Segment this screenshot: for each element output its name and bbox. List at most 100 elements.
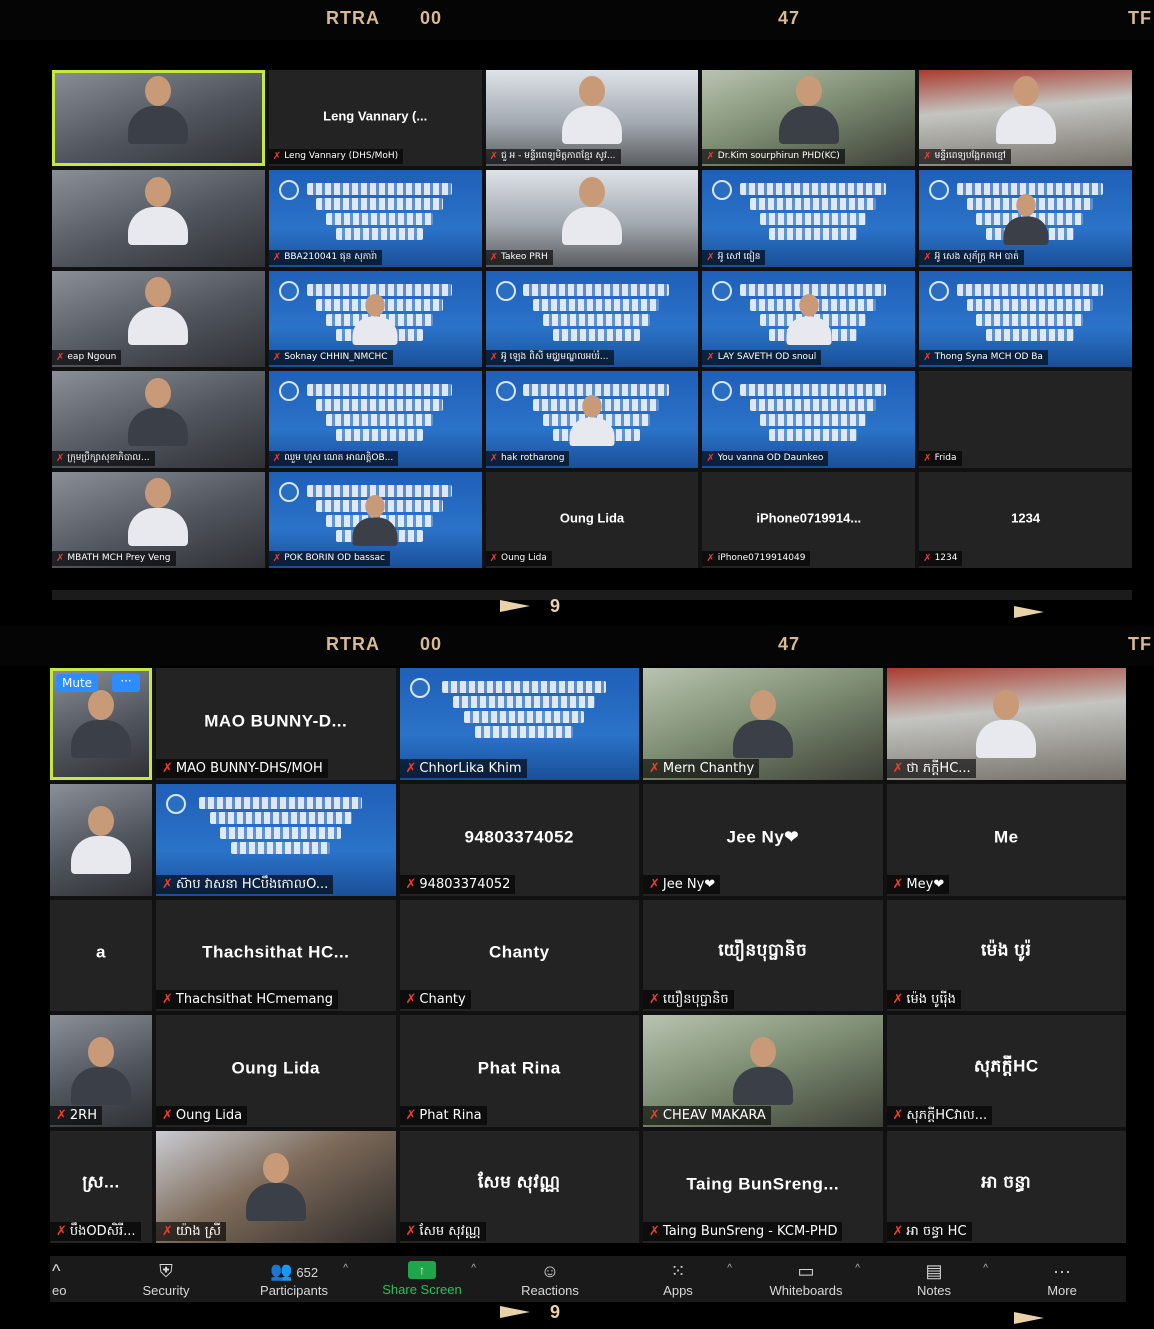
- participant-video: [569, 394, 615, 446]
- participant-tile[interactable]: Taing BunSreng... ✗ Taing BunSreng - KCM-P…: [643, 1131, 883, 1243]
- participant-tile[interactable]: ✗ យ៉ាង ស្រី: [156, 1131, 396, 1243]
- participant-name-text: ឈួម ហួស ណេត អាណត្តិOB...: [284, 452, 394, 463]
- participant-tile[interactable]: Me ✗ Mey❤: [886, 783, 1126, 896]
- participant-tile[interactable]: ✗ Thong Syna MCH OD Ba: [919, 270, 1132, 368]
- participant-tile[interactable]: ✗ You vanna OD Daunkeo: [702, 371, 916, 468]
- participant-tile[interactable]: ✗ ជួ អ - មន្ទីរពេទ្យមិត្តភាពខ្មែរ សូវ...: [485, 70, 699, 167]
- participant-tile[interactable]: Mute ···: [50, 668, 152, 780]
- chevron-up-icon[interactable]: ^: [855, 1263, 860, 1274]
- participant-name-text: Mern Chanthy: [662, 760, 755, 776]
- participant-tile[interactable]: [52, 70, 265, 167]
- participant-tile[interactable]: ✗ POK BORIN OD bassac: [268, 471, 482, 568]
- participant-tile[interactable]: ✗ អ៊ូ សៅ ផៀន: [702, 170, 916, 267]
- participant-display-name: a: [96, 943, 106, 963]
- gallery-grid: Mute ··· MAO BUNNY-D... ✗ MAO BUNNY-DHS/MOH ✗…: [50, 668, 1126, 1243]
- participant-tile[interactable]: ✗ ថា ភក្តីHC...: [886, 668, 1126, 780]
- mic-muted-icon: ✗: [892, 992, 904, 1008]
- participant-tile[interactable]: ស្រ... ✗ បឹងODសិរី...: [50, 1131, 152, 1243]
- participant-tile[interactable]: ✗ ChhorLika Khim: [399, 668, 639, 780]
- participant-tile[interactable]: ✗ CHEAV MAKARA: [643, 1015, 883, 1128]
- participant-tile[interactable]: អា ចន្ធា ✗ អា ចន្ធា HC: [886, 1131, 1126, 1243]
- participant-tile[interactable]: យឿនបុប្ផានិច ✗ យឿនបុប្ផានិច: [643, 899, 883, 1012]
- mic-muted-icon: ✗: [649, 1108, 660, 1124]
- toolbar-security-button[interactable]: ⛨ Security: [102, 1256, 230, 1302]
- chevron-up-icon[interactable]: ^: [727, 1263, 732, 1274]
- participant-tile[interactable]: ✗ Mern Chanthy: [643, 668, 883, 780]
- participant-tile[interactable]: ✗ ស៊ាប វាសនា HCបឹងកោលO...: [156, 783, 396, 896]
- play-arrow-icon: [500, 1306, 530, 1318]
- chevron-up-icon[interactable]: ^: [343, 1263, 348, 1274]
- header-text-mid: 47: [778, 8, 801, 28]
- toolbar-more-button[interactable]: ··· More: [998, 1256, 1126, 1302]
- participant-display-name: Thachsithat HC...: [202, 943, 350, 963]
- participant-tile[interactable]: iPhone0719914... ✗ iPhone0719914049: [702, 471, 916, 568]
- participant-tile[interactable]: ✗ Frida: [919, 371, 1132, 468]
- mic-muted-icon: ✗: [272, 452, 282, 464]
- participant-tile[interactable]: [52, 170, 265, 267]
- toolbar-participants-button[interactable]: 👥 652 Participants ^: [230, 1256, 358, 1302]
- participant-tile[interactable]: ✗ MBATH MCH Prey Veng: [52, 471, 265, 568]
- participant-tile[interactable]: Chanty ✗ Chanty: [399, 899, 639, 1012]
- participant-name-text: ថា ភក្តីHC...: [906, 760, 971, 776]
- participant-tile[interactable]: ✗ BBA210041 ផុន សុភារ៉ា: [268, 170, 482, 267]
- participant-tile[interactable]: Leng Vannary (... ✗ Leng Vannary (DHS/MoH): [268, 70, 482, 167]
- participant-name-text: Taing BunSreng - KCM-PHD: [662, 1224, 838, 1239]
- mute-button[interactable]: Mute: [56, 674, 99, 692]
- participant-name-text: សុភក្តីHCវាល...: [906, 1108, 988, 1124]
- participant-tile[interactable]: 1234 ✗ 1234: [919, 471, 1132, 568]
- participant-name-text: ស៊ាប វាសនា HCបឹងកោលO...: [175, 876, 329, 892]
- participant-tile[interactable]: ✗ hak rotharong: [485, 371, 699, 468]
- chevron-up-icon[interactable]: ^: [983, 1263, 988, 1274]
- mic-muted-icon: ✗: [272, 553, 282, 564]
- mic-muted-icon: ✗: [649, 760, 660, 776]
- participant-tile[interactable]: Thachsithat HC... ✗ Thachsithat HCmemang: [156, 899, 396, 1012]
- participant-tile[interactable]: សែម សុវណ្ណ ✗ សែម សុវណ្ណ: [399, 1131, 639, 1243]
- participant-tile[interactable]: ✗ មន្ទីរពេទ្យបង្អែកតាខ្មៅ: [919, 70, 1132, 167]
- toolbar-notes-button[interactable]: ▤ Notes ^: [870, 1256, 998, 1302]
- participant-tile[interactable]: ✗ ឈួម ហួស ណេត អាណត្តិOB...: [268, 371, 482, 468]
- mic-muted-icon: ✗: [56, 1108, 67, 1124]
- toolbar-reactions-button[interactable]: ☺ Reactions: [486, 1256, 614, 1302]
- participant-tile[interactable]: ✗ Dr.Kim sourphirun PHD(KC): [702, 70, 916, 167]
- participant-tile[interactable]: ✗ Soknay CHHIN_NMCHC: [268, 270, 482, 368]
- participant-tile[interactable]: ✗ LAY SAVETH OD snoul: [702, 270, 916, 368]
- participant-tile[interactable]: Oung Lida ✗ Oung Lida: [485, 471, 699, 568]
- participant-name-text: 2RH: [69, 1108, 97, 1124]
- chevron-up-icon[interactable]: ^: [471, 1263, 476, 1274]
- participant-name-text: ម៉េង បូរ៉ើង: [906, 992, 956, 1008]
- toolbar-whiteboards-button[interactable]: ▭ Whiteboards ^: [742, 1256, 870, 1302]
- participant-tile[interactable]: Oung Lida ✗ Oung Lida: [156, 1015, 396, 1128]
- participant-tile[interactable]: សុភក្តីHC ✗ សុភក្តីHCវាល...: [886, 1015, 1126, 1128]
- participant-tile[interactable]: ✗ អ៊ូ សេង សុភ័ក្ត្រ RH បាត់: [919, 170, 1132, 267]
- participant-tile[interactable]: ✗ 2RH: [50, 1015, 152, 1128]
- participant-tile[interactable]: ម៉េង បូរ៉ ✗ ម៉េង បូរ៉ើង: [886, 899, 1126, 1012]
- participant-name-text: ជួ អ - មន្ទីរពេទ្យមិត្តភាពខ្មែរ សូវ...: [500, 151, 616, 162]
- mic-muted-icon: ✗: [892, 876, 904, 892]
- participant-name-label: ✗ Mey❤: [886, 874, 950, 894]
- participant-tile[interactable]: 94803374052 ✗ 94803374052: [399, 783, 639, 896]
- mic-muted-icon: ✗: [706, 553, 715, 564]
- toolbar-apps-button[interactable]: ⁙ Apps ^: [614, 1256, 742, 1302]
- participant-name-label: ✗ hak rotharong: [485, 450, 570, 466]
- participant-tile[interactable]: [50, 783, 152, 896]
- mic-muted-icon: ✗: [649, 992, 660, 1008]
- header-text-zeros: 00: [420, 8, 443, 28]
- participant-video: [786, 294, 832, 346]
- participant-tile[interactable]: ✗ Takeo PRH: [485, 170, 699, 267]
- participant-tile[interactable]: ✗ eap Ngoun: [52, 270, 265, 368]
- toolbar-video-button[interactable]: ^ eo: [50, 1256, 102, 1302]
- mic-muted-icon: ✗: [489, 352, 498, 364]
- shared-banner-graphic: [299, 180, 461, 243]
- participant-tile[interactable]: ✗ អ៊ូ ឡេង ពិសី មជ្ឈមណ្ឌលអប់រំ...: [485, 270, 699, 368]
- meeting-screenshot-bottom: RTRA 00 47 TF Mute ··· MAO BUNNY-D... ✗ MAO …: [0, 626, 1154, 1329]
- participant-tile[interactable]: Phat Rina ✗ Phat Rina: [399, 1015, 639, 1128]
- participant-tile[interactable]: MAO BUNNY-D... ✗ MAO BUNNY-DHS/MOH: [156, 668, 396, 780]
- participant-tile[interactable]: Jee Ny❤ ✗ Jee Ny❤: [643, 783, 883, 896]
- participant-tile[interactable]: a: [50, 899, 152, 1012]
- participant-name-label: ✗ Dr.Kim sourphirun PHD(KC): [702, 149, 845, 165]
- tile-more-button[interactable]: ···: [112, 674, 140, 692]
- play-arrow-icon: [1014, 1312, 1044, 1324]
- participant-tile[interactable]: ✗ ក្រុមប្រឹក្សាសុខាភិបាល...: [52, 371, 265, 468]
- participant-name-label: ✗ អ៊ូ សៅ ផៀន: [702, 249, 766, 265]
- toolbar-share-button[interactable]: ↑ Share Screen ^: [358, 1256, 486, 1302]
